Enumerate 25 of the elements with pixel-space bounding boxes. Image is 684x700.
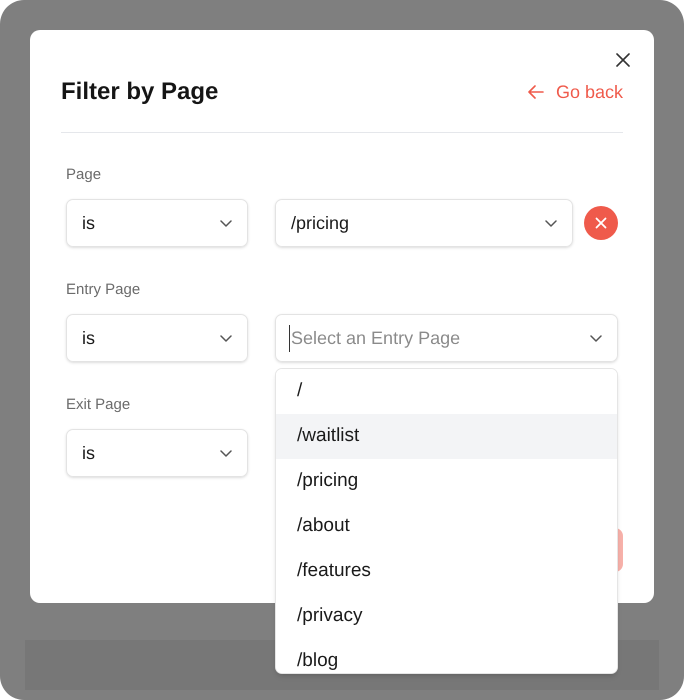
operator-select[interactable]: is [66, 199, 248, 247]
arrow-left-icon [528, 85, 544, 99]
chevron-icon [220, 334, 232, 342]
dropdown-option[interactable]: / [276, 369, 617, 414]
operator-select[interactable]: is [66, 314, 248, 362]
close-icon [616, 53, 630, 67]
chevron-icon [220, 450, 232, 456]
operator-select[interactable]: is [66, 429, 248, 477]
field-label: Page [66, 165, 102, 185]
placeholder-text: Select an Entry Page [289, 324, 460, 352]
dropdown-option[interactable]: /waitlist [276, 414, 617, 459]
chevron-icon [590, 334, 602, 342]
dropdown-option[interactable]: /about [276, 504, 617, 549]
remove-button[interactable] [584, 206, 618, 240]
field-label: Entry Page [66, 280, 142, 300]
close-icon [595, 217, 607, 229]
chevron-icon [220, 220, 232, 226]
dialog-title: Filter by Page [61, 77, 218, 107]
dropdown-option[interactable]: /features [276, 549, 617, 594]
dropdown-option[interactable]: /pricing [276, 459, 617, 504]
page-select[interactable]: /pricing [275, 199, 573, 247]
dropdown-option[interactable]: /privacy [276, 594, 617, 639]
chevron-icon [545, 220, 557, 226]
dropdown-option[interactable]: /blog [276, 639, 617, 673]
field-label: Exit Page [66, 395, 132, 415]
